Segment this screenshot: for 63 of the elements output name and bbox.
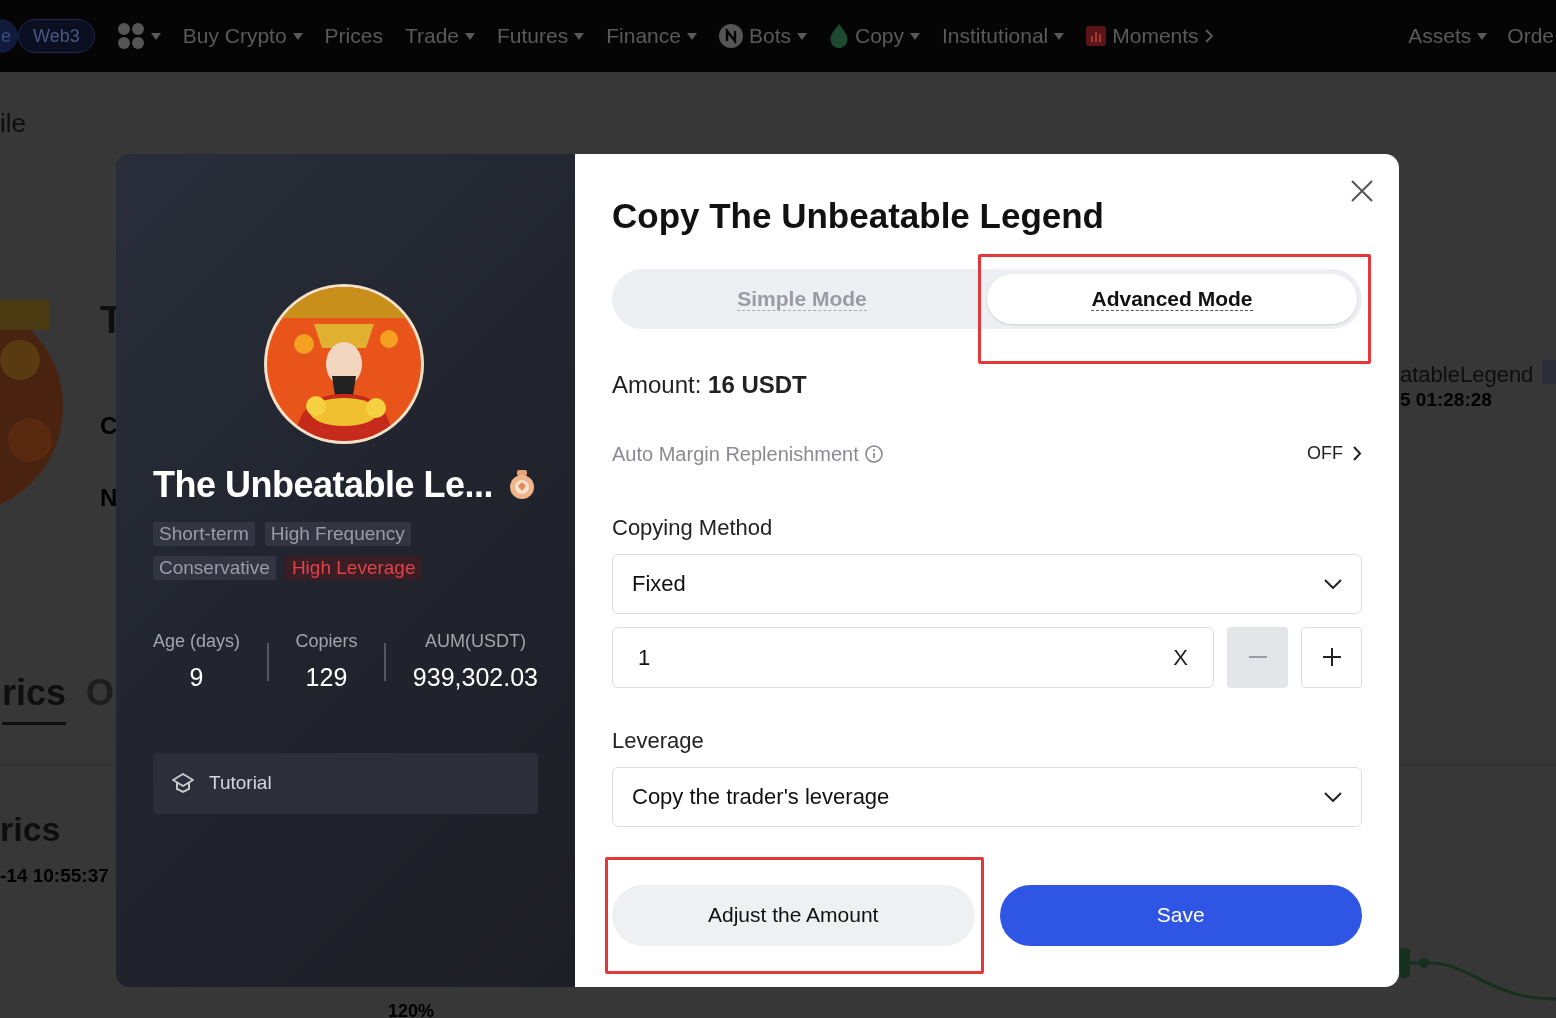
nav-item[interactable]: Trade [404, 20, 476, 52]
stat-value: 939,302.03 [412, 662, 538, 693]
grid-icon [116, 22, 145, 50]
caret-icon [797, 32, 807, 40]
stat-value: 129 [305, 662, 348, 693]
nav-item[interactable]: Assets [1408, 20, 1488, 52]
nav-item[interactable]: Finance [606, 20, 697, 52]
nav-item[interactable]: Moments [1086, 20, 1214, 52]
trader-name: The Unbeatable Le... [153, 463, 494, 507]
info-icon[interactable] [864, 444, 883, 463]
chevron-down-icon [1324, 578, 1342, 589]
nav-item[interactable]: Bots [718, 20, 807, 52]
nav-item[interactable]: Prices [324, 20, 383, 52]
caret-icon [1054, 32, 1065, 40]
caret-icon [574, 32, 585, 40]
caret-icon [292, 32, 303, 40]
robot-badge-icon [718, 24, 743, 48]
select-field[interactable]: Fixed [612, 553, 1362, 614]
amount-text: Amount: 16 USDT [612, 369, 808, 400]
nav-item[interactable]: Futures [497, 20, 585, 52]
caret-icon [910, 32, 920, 40]
tag: High Frequency [264, 522, 411, 546]
stat-label: Copiers [295, 630, 358, 653]
caret-icon [686, 32, 697, 40]
bar-chart-icon [1086, 26, 1107, 46]
field-label: Copying Method [612, 513, 774, 542]
tag: High Leverage [285, 556, 422, 580]
stat-label: Age (days) [153, 630, 241, 653]
stat-value: 9 [189, 662, 204, 693]
nav-item[interactable]: Buy Crypto [182, 20, 303, 52]
select-field[interactable]: Copy the trader's leverage [612, 766, 1362, 827]
clear-button[interactable]: X [1173, 640, 1188, 674]
tutorial-button[interactable]: Tutorial [153, 752, 538, 814]
minus-icon [1248, 656, 1267, 658]
dialog-title: Copy The Unbeatable Legend [612, 195, 1105, 237]
adjust-amount-button[interactable]: Adjust the Amount [612, 884, 975, 946]
tag: Short-term [153, 522, 255, 546]
mode-tab[interactable]: Simple Mode [617, 273, 987, 324]
nav-pill[interactable]: e [0, 19, 18, 53]
caret-icon [1477, 32, 1488, 40]
tag: Conservative [153, 556, 276, 580]
nav-item[interactable]: Orde [1507, 20, 1554, 52]
nav-item[interactable]: Institutional [942, 20, 1065, 52]
close-icon [1349, 178, 1375, 204]
save-button[interactable]: Save [999, 884, 1362, 946]
leaf-icon [829, 24, 849, 48]
chevron-right-icon [1353, 446, 1362, 461]
web3-pill[interactable]: Web3 [18, 19, 95, 53]
field-label: Leverage [612, 726, 705, 755]
apps-menu[interactable] [116, 22, 161, 50]
stat-label: AUM(USDT) [424, 630, 526, 653]
mode-tab[interactable]: Advanced Mode [987, 273, 1357, 324]
chevron-right-icon [1204, 29, 1214, 43]
auto-margin-toggle[interactable]: OFF [1307, 440, 1362, 467]
setting-label: Auto Margin Replenishment [612, 441, 859, 467]
multiplier-field[interactable]: 1 X [612, 626, 1214, 688]
nav-item[interactable]: Copy [829, 20, 920, 52]
caret-icon [150, 32, 161, 40]
plus-icon [1322, 648, 1341, 666]
caret-icon [465, 32, 476, 40]
graduation-cap-icon [171, 772, 195, 794]
chevron-down-icon [1324, 791, 1342, 802]
close-button[interactable] [1349, 178, 1375, 204]
